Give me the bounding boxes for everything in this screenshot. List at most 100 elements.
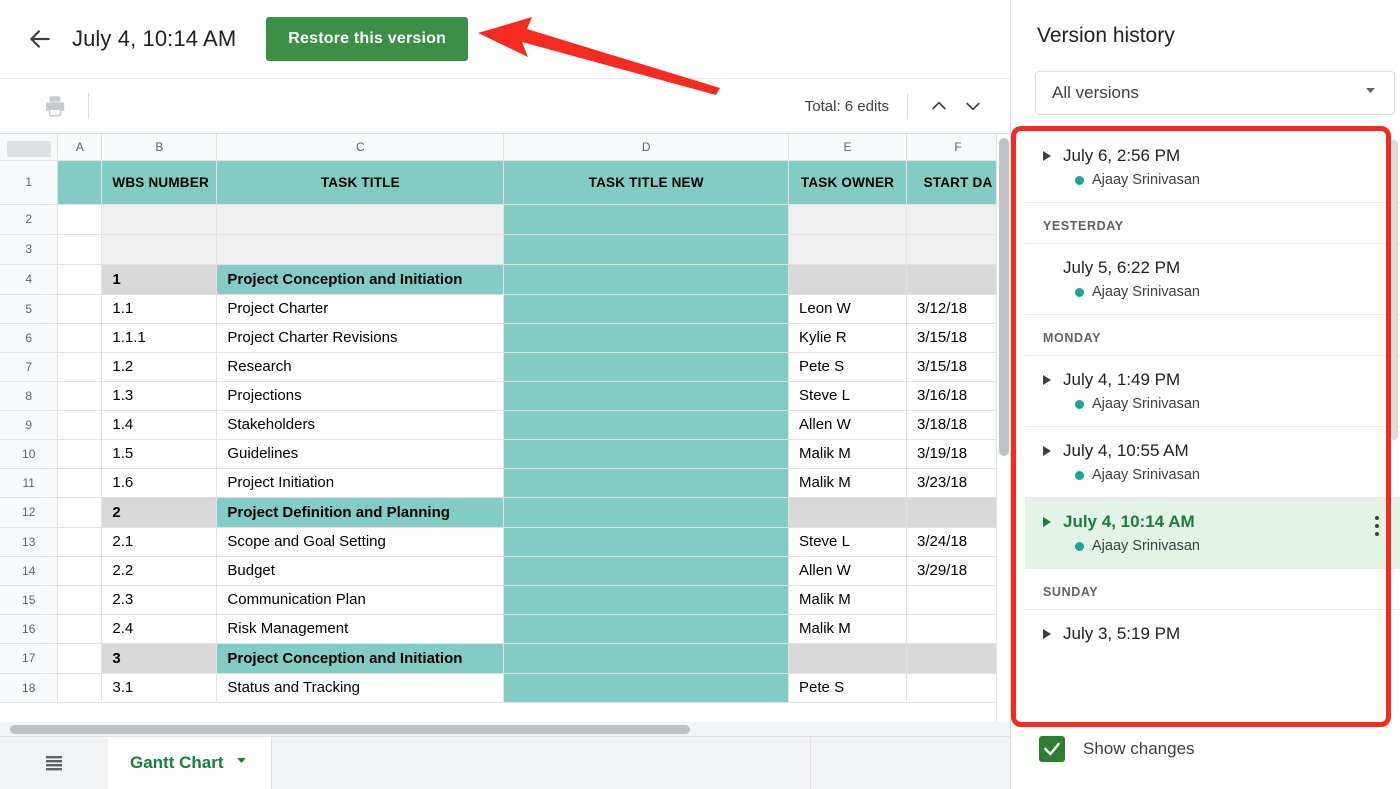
- cell-e4[interactable]: [788, 264, 907, 295]
- row-header-9[interactable]: 9: [0, 410, 59, 440]
- cell-b2[interactable]: [101, 204, 218, 235]
- cell-f13[interactable]: 3/24/18: [906, 527, 1010, 557]
- cell-d15[interactable]: [503, 585, 790, 615]
- column-header-f[interactable]: F: [906, 134, 1010, 161]
- cell-a4[interactable]: [57, 264, 103, 295]
- cell-e3[interactable]: [788, 234, 907, 265]
- cell-d5[interactable]: [503, 294, 790, 324]
- cell-c9[interactable]: Stakeholders: [216, 410, 505, 440]
- cell-d9[interactable]: [503, 410, 790, 440]
- cell-c6[interactable]: Project Charter Revisions: [216, 323, 505, 353]
- cell-f11[interactable]: 3/23/18: [906, 468, 1010, 498]
- cell-e17[interactable]: [788, 643, 907, 674]
- sheet-horizontal-scrollbar-thumb[interactable]: [10, 725, 690, 734]
- cell-b5[interactable]: 1.1: [101, 294, 218, 324]
- chevron-down-icon[interactable]: [1363, 83, 1378, 103]
- cell-f6[interactable]: 3/15/18: [906, 323, 1010, 353]
- table-row[interactable]: 2: [0, 204, 1010, 235]
- row-header-17[interactable]: 17: [0, 643, 59, 674]
- cell-b3[interactable]: [101, 234, 218, 265]
- cell-f9[interactable]: 3/18/18: [906, 410, 1010, 440]
- cell-c17[interactable]: Project Conception and Initiation: [216, 643, 505, 674]
- column-header-d[interactable]: D: [503, 134, 790, 161]
- cell-c12[interactable]: Project Definition and Planning: [216, 497, 505, 528]
- cell-b10[interactable]: 1.5: [101, 439, 218, 469]
- cell-c7[interactable]: Research: [216, 352, 505, 382]
- cell-a17[interactable]: [57, 643, 103, 674]
- expand-triangle-icon[interactable]: [1043, 446, 1051, 456]
- cell-d11[interactable]: [503, 468, 790, 498]
- cell-c5[interactable]: Project Charter: [216, 294, 505, 324]
- version-filter-dropdown[interactable]: All versions: [1035, 71, 1395, 115]
- show-changes-toggle[interactable]: Show changes: [1039, 736, 1195, 762]
- cell-c16[interactable]: Risk Management: [216, 614, 505, 644]
- version-list[interactable]: July 6, 2:56 PM Ajaay Srinivasan YESTERDAY…: [1025, 132, 1400, 722]
- cell-d8[interactable]: [503, 381, 790, 411]
- cell-a3[interactable]: [57, 234, 103, 265]
- cell-a15[interactable]: [57, 585, 103, 615]
- cell-c1[interactable]: TASK TITLE: [216, 160, 505, 205]
- table-row[interactable]: 7 1.2 Research Pete S 3/15/18: [0, 352, 1010, 382]
- version-list-item[interactable]: July 4, 10:14 AM Ajaay Srinivasan: [1025, 497, 1400, 568]
- cell-a11[interactable]: [57, 468, 103, 498]
- cell-a16[interactable]: [57, 614, 103, 644]
- cell-a7[interactable]: [57, 352, 103, 382]
- cell-f2[interactable]: [906, 204, 1010, 235]
- cell-b15[interactable]: 2.3: [101, 585, 218, 615]
- chevron-down-icon[interactable]: [956, 89, 990, 123]
- row-header-6[interactable]: 6: [0, 323, 59, 353]
- cell-a1[interactable]: [57, 160, 103, 205]
- cell-b13[interactable]: 2.1: [101, 527, 218, 557]
- expand-triangle-icon[interactable]: [1043, 375, 1051, 385]
- cell-d3[interactable]: [503, 234, 790, 265]
- table-row[interactable]: 14 2.2 Budget Allen W 3/29/18: [0, 556, 1010, 586]
- sheet-vertical-scrollbar-thumb[interactable]: [999, 138, 1009, 456]
- cell-d14[interactable]: [503, 556, 790, 586]
- cell-f18[interactable]: [906, 673, 1010, 703]
- expand-triangle-icon[interactable]: [1043, 517, 1051, 527]
- checkbox-checked-icon[interactable]: [1039, 736, 1065, 762]
- table-row[interactable]: 1 WBS NUMBER TASK TITLE TASK TITLE NEW T: [0, 160, 1010, 205]
- cell-d18[interactable]: [503, 673, 790, 703]
- column-header-e[interactable]: E: [788, 134, 907, 161]
- cell-f14[interactable]: 3/29/18: [906, 556, 1010, 586]
- version-list-item[interactable]: July 3, 5:19 PM: [1025, 609, 1400, 658]
- cell-b11[interactable]: 1.6: [101, 468, 218, 498]
- cell-c15[interactable]: Communication Plan: [216, 585, 505, 615]
- row-header-14[interactable]: 14: [0, 556, 59, 586]
- version-list-item[interactable]: July 6, 2:56 PM Ajaay Srinivasan: [1025, 132, 1400, 202]
- row-header-1[interactable]: 1: [0, 160, 59, 205]
- table-row[interactable]: 18 3.1 Status and Tracking Pete S: [0, 673, 1010, 703]
- table-row[interactable]: 10 1.5 Guidelines Malik M 3/19/18: [0, 439, 1010, 469]
- cell-c14[interactable]: Budget: [216, 556, 505, 586]
- column-header-c[interactable]: C: [216, 134, 505, 161]
- cell-e9[interactable]: Allen W: [788, 410, 907, 440]
- sheet-horizontal-scrollbar[interactable]: [0, 722, 1010, 736]
- select-all-corner[interactable]: [0, 134, 59, 161]
- cell-f7[interactable]: 3/15/18: [906, 352, 1010, 382]
- cell-e7[interactable]: Pete S: [788, 352, 907, 382]
- version-list-item[interactable]: July 4, 10:55 AM Ajaay Srinivasan: [1025, 426, 1400, 497]
- table-row[interactable]: 4 1 Project Conception and Initiation: [0, 264, 1010, 295]
- row-header-3[interactable]: 3: [0, 234, 59, 265]
- all-sheets-icon[interactable]: [0, 737, 108, 789]
- row-header-5[interactable]: 5: [0, 294, 59, 324]
- cell-f8[interactable]: 3/16/18: [906, 381, 1010, 411]
- table-row[interactable]: 17 3 Project Conception and Initiation: [0, 643, 1010, 674]
- cell-d12[interactable]: [503, 497, 790, 528]
- cell-e14[interactable]: Allen W: [788, 556, 907, 586]
- cell-a12[interactable]: [57, 497, 103, 528]
- cell-b14[interactable]: 2.2: [101, 556, 218, 586]
- cell-f3[interactable]: [906, 234, 1010, 265]
- cell-b6[interactable]: 1.1.1: [101, 323, 218, 353]
- cell-b1[interactable]: WBS NUMBER: [101, 160, 218, 205]
- column-header-a[interactable]: A: [57, 134, 103, 161]
- table-row[interactable]: 3: [0, 234, 1010, 265]
- cell-f16[interactable]: [906, 614, 1010, 644]
- table-row[interactable]: 16 2.4 Risk Management Malik M: [0, 614, 1010, 644]
- cell-c13[interactable]: Scope and Goal Setting: [216, 527, 505, 557]
- cell-f5[interactable]: 3/12/18: [906, 294, 1010, 324]
- cell-d1[interactable]: TASK TITLE NEW: [503, 160, 790, 205]
- cell-a2[interactable]: [57, 204, 103, 235]
- cell-b9[interactable]: 1.4: [101, 410, 218, 440]
